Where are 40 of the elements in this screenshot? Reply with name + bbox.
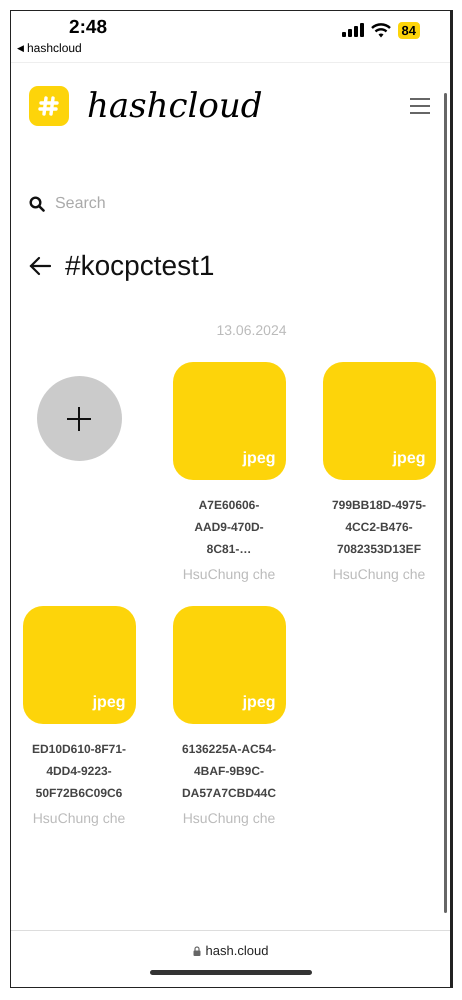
signal-icon: [342, 23, 364, 37]
file-thumbnail[interactable]: jpeg: [172, 362, 286, 480]
file-name: 4DD4-9223-: [46, 763, 112, 780]
file-author: HsuChung che: [332, 566, 426, 582]
file-thumbnail[interactable]: jpeg: [322, 362, 436, 480]
wifi-icon: [370, 22, 391, 38]
file-name: 4BAF-9B9C-: [194, 763, 264, 780]
file-name: AAD9-470D-: [194, 519, 264, 536]
search-icon: [29, 196, 45, 212]
file-name: 4CC2-B476-: [345, 519, 413, 536]
file-name: DA57A7CBD44C: [182, 785, 276, 802]
file-author: HsuChung che: [32, 810, 126, 826]
plus-icon: [66, 406, 92, 432]
file-author: HsuChung che: [182, 810, 276, 826]
file-thumbnail[interactable]: jpeg: [22, 606, 136, 724]
file-type: jpeg: [92, 694, 126, 712]
back-arrow-icon[interactable]: [29, 256, 51, 276]
file-type: jpeg: [242, 694, 276, 712]
battery-level: 84: [398, 22, 420, 38]
file-name: 50F72B6C09C6: [36, 785, 122, 802]
file-author: HsuChung che: [182, 566, 276, 582]
file-thumbnail[interactable]: jpeg: [172, 606, 286, 724]
file-type: jpeg: [242, 450, 276, 468]
folder-title: #kocpctest1: [65, 250, 214, 282]
hash-logo-icon: [29, 86, 69, 126]
file-name: 7082353D13EF: [336, 541, 422, 558]
app-logo: hashcloud: [87, 86, 264, 126]
url-text[interactable]: hash.cloud: [206, 943, 268, 958]
menu-icon[interactable]: [410, 98, 430, 114]
back-app-link[interactable]: hashcloud: [27, 41, 82, 55]
file-type: jpeg: [392, 450, 426, 468]
file-name: 6136225A-AC54-: [182, 741, 276, 758]
file-name: 8C81-…: [206, 541, 252, 558]
status-time: 2:48: [69, 17, 108, 39]
date-label: 13.06.2024: [215, 322, 288, 338]
back-arrow[interactable]: ◀: [17, 43, 24, 53]
file-name: A7E60606-: [198, 497, 260, 514]
file-name: 799BB18D-4975-: [332, 497, 426, 514]
file-name: ED10D610-8F71-: [32, 741, 126, 758]
lock-icon: [192, 946, 201, 956]
